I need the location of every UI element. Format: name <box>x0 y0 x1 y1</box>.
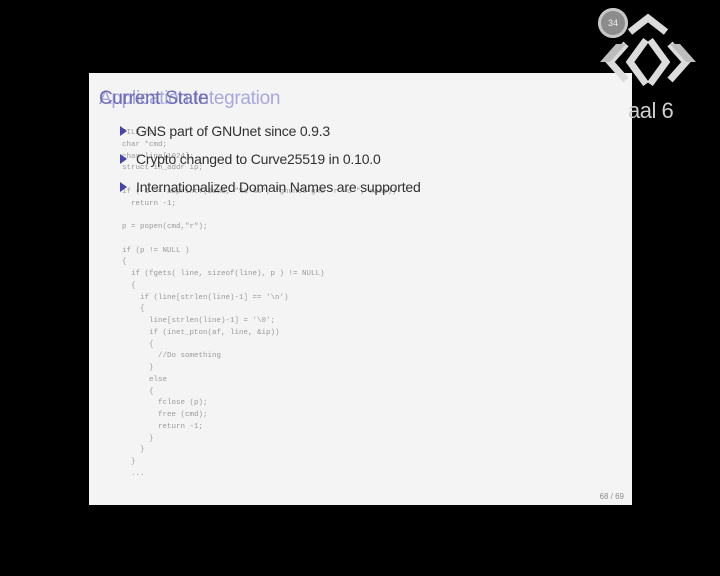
video-frame: FILE *p; char *cmd; char line[1024]; str… <box>0 0 720 576</box>
bullet-text: Crypto changed to Curve25519 in 0.10.0 <box>136 151 381 167</box>
room-label: aal 6 <box>628 98 674 123</box>
bullet-item: GNS part of GNUnet since 0.9.3 <box>120 123 418 151</box>
bullet-text: GNS part of GNUnet since 0.9.3 <box>136 123 330 139</box>
logo-badge-number: 34 <box>607 18 618 28</box>
bullet-list: GNS part of GNUnet since 0.9.3 Crypto ch… <box>120 123 421 207</box>
conference-logo: 34 <box>596 4 700 94</box>
slide-page-number: 68 / 69 <box>599 492 624 501</box>
current-slide-title: Current State <box>99 88 209 109</box>
bullet-arrow-icon <box>120 154 127 164</box>
presentation-slide: FILE *p; char *cmd; char line[1024]; str… <box>89 73 632 505</box>
bullet-text: Internationalized Domain Names are suppo… <box>136 179 421 195</box>
bullet-item: Crypto changed to Curve25519 in 0.10.0 <box>120 151 418 179</box>
slide-title: Application Integration Current State <box>99 87 280 111</box>
bullet-arrow-icon <box>120 182 127 192</box>
bullet-arrow-icon <box>120 126 127 136</box>
bullet-item: Internationalized Domain Names are suppo… <box>120 179 421 207</box>
logo-badge: 34 <box>598 8 628 38</box>
